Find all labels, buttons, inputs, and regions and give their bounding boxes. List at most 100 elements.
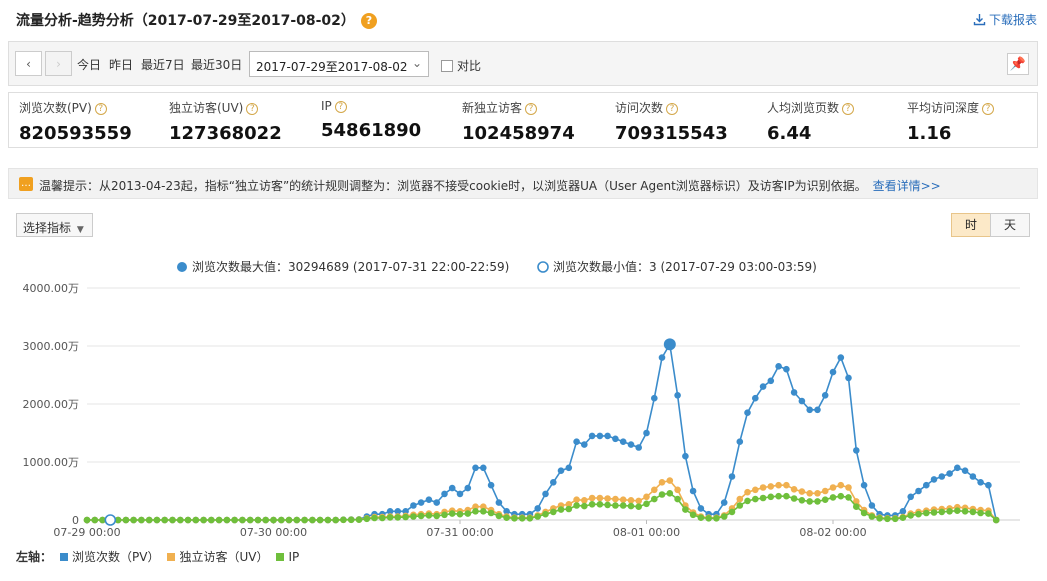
legend-label-pv[interactable]: 浏览次数（PV）	[72, 548, 159, 565]
data-point-ip	[674, 495, 681, 503]
quick-range-yesterday[interactable]: 昨日	[109, 56, 133, 73]
help-icon[interactable]: ?	[334, 101, 347, 113]
date-range-select[interactable]: 2017-07-29至2017-08-02 ⌄	[249, 51, 429, 77]
metric-pv: 浏览次数(PV)? 820593559	[19, 99, 132, 144]
metric-value: 127368022	[169, 123, 282, 144]
data-point-pv	[480, 464, 487, 472]
data-point-uv	[744, 488, 751, 496]
next-period-button[interactable]: ›	[45, 51, 72, 76]
data-point-ip	[790, 495, 798, 502]
metric-label: 新独立访客	[462, 101, 523, 115]
data-point-pv	[487, 481, 495, 489]
data-point-ip	[417, 512, 425, 520]
y-tick-label: 1000.00万	[23, 456, 80, 469]
quick-range-7days[interactable]: 最近7日	[141, 56, 185, 73]
compare-checkbox[interactable]	[441, 59, 453, 72]
help-icon[interactable]: ?	[525, 103, 538, 115]
data-point-ip	[410, 513, 417, 520]
data-point-pv	[752, 394, 759, 402]
data-point-ip	[682, 506, 689, 513]
compare-toggle[interactable]: 对比	[441, 57, 481, 74]
download-label: 下载报表	[988, 13, 1037, 27]
x-tick-label: 08-02 00:00	[799, 526, 866, 539]
data-point-ip	[495, 512, 503, 520]
help-icon[interactable]: ?	[982, 103, 995, 115]
data-point-ip	[480, 508, 487, 515]
prev-period-button[interactable]: ‹	[15, 51, 42, 76]
data-point-ip	[744, 497, 751, 505]
y-tick-label: 4000.00万	[23, 282, 80, 295]
trend-chart: 01000.00万2000.00万3000.00万4000.00万07-29 0…	[23, 259, 1020, 539]
data-point-ip	[363, 515, 371, 523]
data-point-pv	[961, 467, 969, 474]
data-point-pv	[596, 432, 604, 440]
data-point-pv	[969, 473, 977, 480]
help-icon[interactable]: ?	[246, 103, 259, 115]
legend-label-ip[interactable]: IP	[288, 550, 299, 564]
data-point-ip	[915, 510, 922, 518]
data-point-uv	[806, 490, 813, 497]
data-point-ip	[627, 502, 635, 510]
data-point-pv	[550, 479, 557, 486]
data-point-uv	[666, 477, 674, 484]
data-point-pv	[674, 392, 681, 399]
data-point-ip	[192, 516, 200, 524]
data-point-ip	[464, 510, 472, 517]
pin-icon[interactable]: 📌	[1007, 53, 1029, 75]
legend-prefix: 左轴：	[16, 550, 53, 564]
data-point-ip	[526, 515, 534, 522]
legend-label-uv[interactable]: 独立访客（UV）	[179, 548, 268, 565]
quick-range-30days[interactable]: 最近30日	[191, 56, 242, 73]
data-point-ip	[713, 515, 720, 522]
data-point-pv	[472, 464, 479, 472]
metric-value: 709315543	[615, 123, 728, 144]
quick-range-today[interactable]: 今日	[77, 56, 101, 73]
data-point-pv	[588, 432, 596, 440]
data-point-ip	[425, 512, 433, 519]
help-icon[interactable]: ?	[360, 13, 377, 29]
data-point-ip	[557, 506, 565, 513]
data-point-ip	[371, 514, 378, 522]
notice-text: 温馨提示：从2013-04-23起，指标“独立访客”的统计规则调整为：浏览器不接…	[39, 179, 867, 193]
data-point-ip	[503, 514, 510, 521]
help-icon[interactable]: ?	[94, 103, 107, 115]
metric-new-uv: 新独立访客? 102458974	[462, 99, 575, 144]
data-point-pv	[899, 508, 907, 515]
data-point-pv	[643, 429, 650, 437]
granularity-day-button[interactable]: 天	[990, 213, 1030, 237]
granularity-hour-button[interactable]: 时	[951, 213, 991, 237]
data-point-pv	[464, 484, 472, 492]
data-point-ip	[689, 511, 697, 519]
data-point-ip	[954, 507, 961, 514]
data-point-uv	[837, 481, 845, 489]
data-point-ip	[658, 491, 666, 498]
data-point-pv	[790, 389, 798, 396]
data-point-ip	[565, 505, 573, 513]
help-icon[interactable]: ?	[842, 103, 855, 115]
data-point-ip	[938, 508, 946, 516]
data-point-pv	[456, 490, 464, 498]
data-point-ip	[223, 516, 231, 524]
data-point-uv	[767, 483, 775, 490]
data-point-uv	[627, 497, 635, 504]
data-point-ip	[215, 516, 223, 524]
data-point-ip	[448, 510, 456, 517]
data-point-pv	[767, 377, 775, 385]
select-metric-dropdown[interactable]: 选择指标 ▼	[16, 213, 93, 237]
data-point-uv	[581, 497, 588, 504]
max-point-marker	[663, 338, 676, 351]
data-point-pv	[425, 496, 433, 503]
data-point-uv	[596, 494, 604, 502]
data-point-ip	[619, 502, 627, 509]
metric-value: 102458974	[462, 123, 575, 144]
metric-label: IP	[321, 99, 332, 113]
data-point-ip	[977, 509, 984, 517]
data-point-ip	[884, 515, 891, 523]
data-point-uv	[790, 486, 798, 493]
download-report-link[interactable]: 下载报表	[973, 11, 1037, 28]
notice-detail-link[interactable]: 查看详情>>	[873, 179, 941, 193]
data-point-uv	[619, 496, 627, 503]
metric-label: 人均浏览页数	[767, 101, 840, 115]
help-icon[interactable]: ?	[666, 103, 679, 115]
data-point-ip	[736, 502, 744, 509]
